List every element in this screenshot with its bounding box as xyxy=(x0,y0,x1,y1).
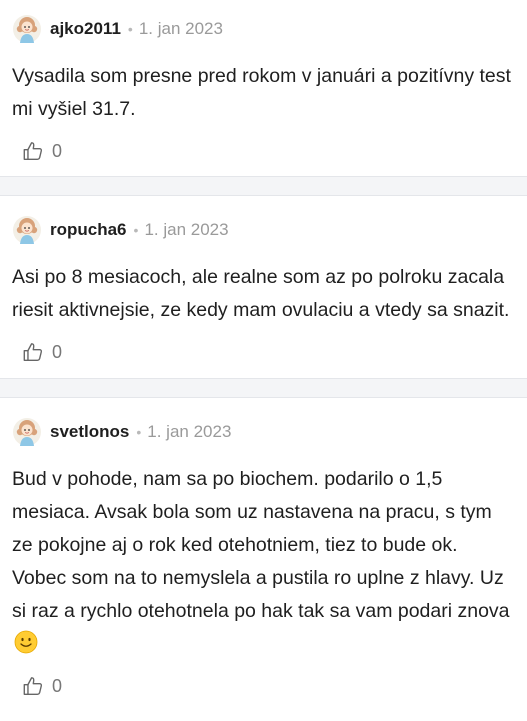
comment-divider xyxy=(0,378,527,398)
separator-dot: • xyxy=(136,424,142,440)
comment-date: 1. jan 2023 xyxy=(147,422,232,441)
username[interactable]: ajko2011 xyxy=(50,19,121,39)
comment-divider xyxy=(0,176,527,196)
separator-dot: • xyxy=(133,222,139,238)
like-button[interactable]: 0 xyxy=(0,337,527,367)
thumbs-up-icon xyxy=(23,677,43,695)
comment-date: 1. jan 2023 xyxy=(144,220,229,239)
comment: ropucha6 • 1. jan 2023 Asi po 8 mesiacoc… xyxy=(0,196,527,367)
comment: ajko2011 • 1. jan 2023 Vysadila som pres… xyxy=(0,0,527,166)
comment-text: Asi po 8 mesiacoch, ale realne som az po… xyxy=(12,266,510,321)
comment-date: 1. jan 2023 xyxy=(138,19,223,38)
girl-avatar-icon[interactable] xyxy=(12,14,42,44)
like-button[interactable]: 0 xyxy=(0,136,527,166)
comment-text: Bud v pohode, nam sa po biochem. podaril… xyxy=(12,468,510,622)
like-count: 0 xyxy=(52,341,63,362)
separator-dot: • xyxy=(127,21,133,37)
username[interactable]: svetlonos xyxy=(50,422,129,442)
smiling-face-emoji-icon xyxy=(14,630,38,654)
comment-text: Vysadila som presne pred rokom v januári… xyxy=(12,65,511,120)
like-count: 0 xyxy=(52,675,63,696)
thumbs-up-icon xyxy=(23,142,43,160)
like-button[interactable]: 0 xyxy=(0,671,527,701)
comment-header: ropucha6 • 1. jan 2023 xyxy=(0,196,527,250)
like-count: 0 xyxy=(52,140,63,161)
comment: svetlonos • 1. jan 2023 Bud v pohode, na… xyxy=(0,398,527,701)
girl-avatar-icon[interactable] xyxy=(12,215,42,245)
girl-avatar-icon[interactable] xyxy=(12,417,42,447)
thumbs-up-icon xyxy=(23,343,43,361)
comment-text-block: Bud v pohode, nam sa po biochem. podaril… xyxy=(0,463,527,661)
comment-header: ajko2011 • 1. jan 2023 xyxy=(0,0,527,49)
comment-header: svetlonos • 1. jan 2023 xyxy=(0,398,527,452)
username[interactable]: ropucha6 xyxy=(50,220,127,240)
